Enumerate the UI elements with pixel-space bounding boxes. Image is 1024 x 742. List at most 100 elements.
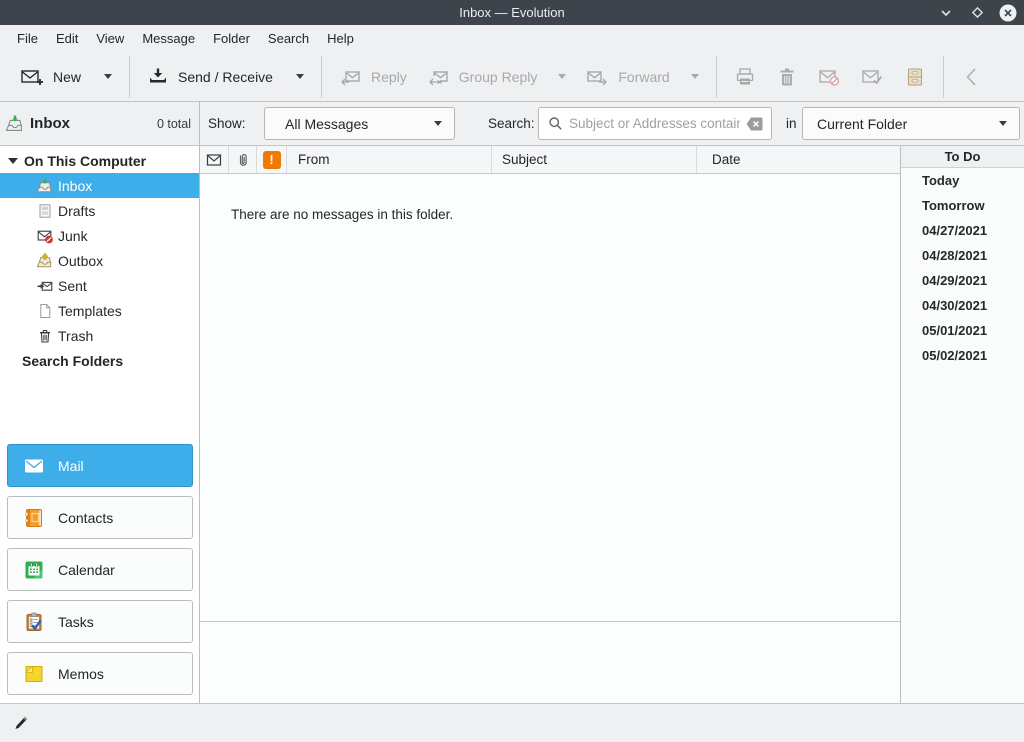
reply-button[interactable]: Reply	[329, 58, 417, 96]
print-button[interactable]	[724, 58, 766, 96]
switcher-tasks-button[interactable]: Tasks	[7, 600, 193, 643]
column-subject[interactable]: Subject	[492, 146, 697, 173]
previous-message-button[interactable]	[951, 58, 995, 96]
memos-icon	[23, 663, 45, 685]
junk-icon	[37, 228, 53, 244]
trash-icon	[37, 328, 53, 344]
toolbar-separator	[129, 56, 130, 98]
column-important[interactable]: !	[257, 146, 287, 173]
sidebar-item-trash[interactable]: Trash	[0, 323, 199, 348]
group-reply-button[interactable]: Group Reply	[417, 58, 577, 96]
new-dropdown-arrow-icon	[104, 74, 112, 79]
component-switcher: Mail Contacts	[7, 444, 193, 704]
todo-item-tomorrow[interactable]: Tomorrow	[901, 193, 1024, 218]
toolbar-separator	[716, 56, 717, 98]
scope-dropdown-value: Current Folder	[817, 116, 994, 132]
sidebar-item-junk[interactable]: Junk	[0, 223, 199, 248]
todo-header: To Do	[901, 146, 1024, 168]
send-receive-dropdown-arrow-icon	[296, 74, 304, 79]
junk-mail-icon	[818, 66, 841, 88]
column-attachment[interactable]	[229, 146, 257, 173]
new-button[interactable]: New	[10, 58, 122, 96]
window-title: Inbox — Evolution	[459, 5, 565, 20]
sent-icon	[37, 278, 53, 294]
minimize-button[interactable]	[937, 4, 955, 22]
menubar: File Edit View Message Folder Search Hel…	[0, 25, 1024, 52]
todo-item-date[interactable]: 04/29/2021	[901, 268, 1024, 293]
statusbar	[0, 703, 1024, 742]
search-input[interactable]	[569, 116, 740, 131]
archive-button[interactable]	[894, 58, 936, 96]
archive-icon	[904, 66, 926, 88]
inbox-icon	[37, 178, 53, 194]
switcher-calendar-button[interactable]: Calendar	[7, 548, 193, 591]
sidebar-item-sent[interactable]: Sent	[0, 273, 199, 298]
sidebar-item-search-folders[interactable]: Search Folders	[0, 348, 199, 373]
todo-item-date[interactable]: 05/01/2021	[901, 318, 1024, 343]
todo-pane: To Do Today Tomorrow 04/27/2021 04/28/20…	[900, 146, 1024, 703]
column-from[interactable]: From	[287, 146, 492, 173]
todo-item-date[interactable]: 05/02/2021	[901, 343, 1024, 368]
empty-folder-message: There are no messages in this folder.	[231, 207, 900, 222]
todo-item-today[interactable]: Today	[901, 168, 1024, 193]
dropdown-arrow-icon	[434, 121, 442, 126]
menu-message[interactable]: Message	[133, 27, 204, 50]
sidebar-item-templates[interactable]: Templates	[0, 298, 199, 323]
expander-icon[interactable]	[8, 158, 18, 164]
menu-view[interactable]: View	[87, 27, 133, 50]
todo-item-date[interactable]: 04/30/2021	[901, 293, 1024, 318]
show-label: Show:	[208, 102, 246, 145]
inbox-icon	[6, 115, 24, 133]
menu-help[interactable]: Help	[318, 27, 363, 50]
envelope-icon	[206, 152, 222, 168]
send-receive-icon	[147, 66, 169, 88]
folder-tree: On This Computer Inbox	[0, 146, 199, 373]
toolbar-separator	[943, 56, 944, 98]
in-label: in	[786, 102, 797, 145]
menu-folder[interactable]: Folder	[204, 27, 259, 50]
forward-button[interactable]: Forward	[576, 58, 708, 96]
close-button[interactable]	[999, 4, 1017, 22]
paperclip-icon	[236, 152, 250, 168]
menu-edit[interactable]: Edit	[47, 27, 87, 50]
todo-item-date[interactable]: 04/28/2021	[901, 243, 1024, 268]
group-reply-icon	[427, 66, 450, 88]
menu-search[interactable]: Search	[259, 27, 318, 50]
menu-file[interactable]: File	[8, 27, 47, 50]
important-icon: !	[263, 151, 281, 169]
show-dropdown-value: All Messages	[285, 116, 429, 132]
maximize-button[interactable]	[968, 4, 986, 22]
send-receive-button[interactable]: Send / Receive	[137, 58, 314, 96]
show-dropdown[interactable]: All Messages	[264, 107, 455, 140]
new-mail-icon	[20, 66, 44, 88]
forward-dropdown-arrow-icon	[691, 74, 699, 79]
chevron-down-icon	[939, 6, 953, 20]
column-read-status[interactable]	[200, 146, 229, 173]
dropdown-arrow-icon	[999, 121, 1007, 126]
todo-item-date[interactable]: 04/27/2021	[901, 218, 1024, 243]
not-junk-mail-icon	[861, 66, 884, 88]
column-date[interactable]: Date	[697, 146, 900, 173]
message-list-header: ! From Subject Date	[200, 146, 900, 174]
mark-junk-button[interactable]	[808, 58, 851, 96]
subheader: Inbox 0 total Show: All Messages Search:	[0, 102, 1024, 146]
sidebar-item-outbox[interactable]: Outbox	[0, 248, 199, 273]
scope-dropdown[interactable]: Current Folder	[802, 107, 1020, 140]
tree-root-on-this-computer[interactable]: On This Computer	[0, 149, 199, 173]
switcher-contacts-button[interactable]: Contacts	[7, 496, 193, 539]
delete-button[interactable]	[766, 58, 808, 96]
chevron-left-icon	[961, 65, 985, 89]
clear-search-icon[interactable]	[746, 117, 763, 131]
switcher-memos-button[interactable]: Memos	[7, 652, 193, 695]
sidebar-item-inbox[interactable]: Inbox	[0, 173, 199, 198]
sidebar-item-drafts[interactable]: Drafts	[0, 198, 199, 223]
message-list-pane: ! From Subject Date There are no message…	[200, 146, 900, 703]
drafts-icon	[37, 203, 53, 219]
contacts-icon	[23, 507, 45, 529]
switcher-mail-button[interactable]: Mail	[7, 444, 193, 487]
toolbar: New Send / Receive Reply	[0, 52, 1024, 102]
tasks-icon	[23, 611, 45, 633]
group-reply-dropdown-arrow-icon	[558, 74, 566, 79]
templates-icon	[37, 303, 53, 319]
mark-not-junk-button[interactable]	[851, 58, 894, 96]
